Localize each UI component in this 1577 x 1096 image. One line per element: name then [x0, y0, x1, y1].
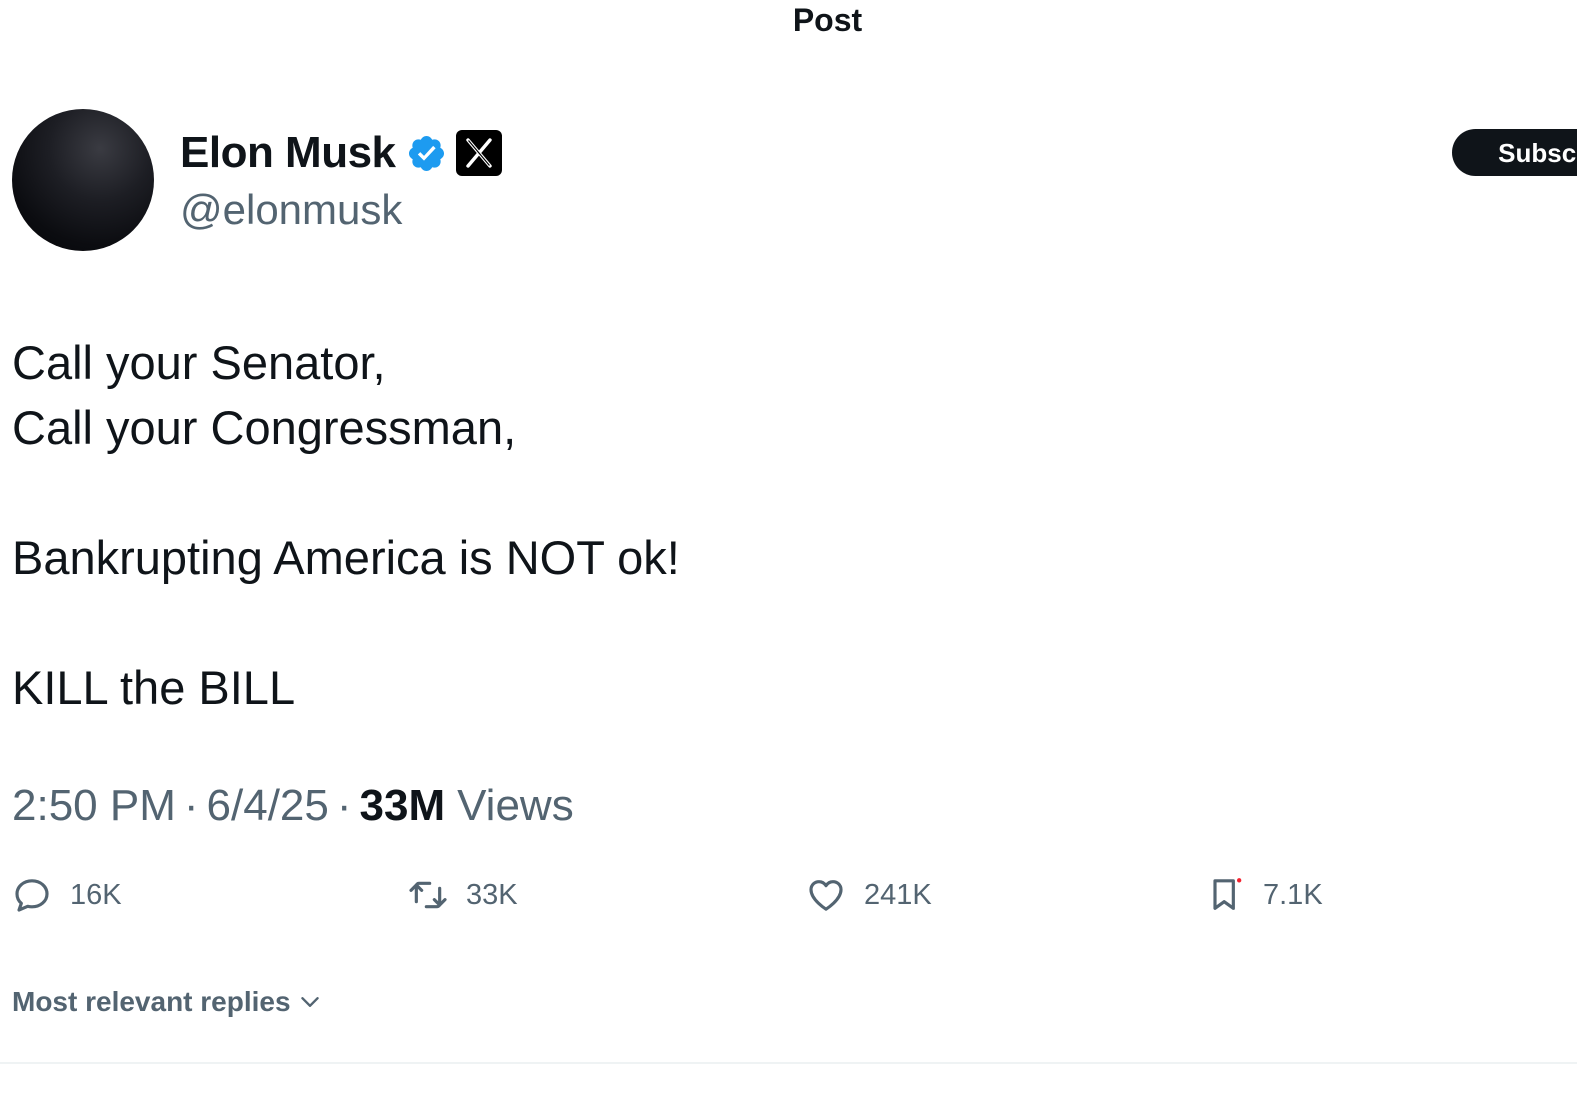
- chevron-down-icon: [300, 997, 319, 1007]
- post-text: Call your Senator, Call your Congressman…: [12, 330, 680, 720]
- reply-icon: [15, 879, 49, 912]
- reply-button[interactable]: 16K: [12, 872, 122, 918]
- author-display-name[interactable]: Elon Musk: [180, 128, 396, 178]
- post-line: Call your Senator,: [12, 336, 386, 389]
- page-title: Post: [792, 2, 863, 38]
- x-logo-icon[interactable]: [455, 129, 503, 177]
- views-count: 33M: [359, 781, 446, 830]
- post-line: Call your Congressman,: [12, 401, 517, 454]
- avatar[interactable]: [12, 109, 154, 251]
- replies-sort-dropdown[interactable]: Most relevant replies: [12, 982, 323, 1022]
- post-line: KILL the BILL: [12, 661, 296, 714]
- repost-count: 33K: [466, 878, 518, 911]
- like-count: 241K: [864, 878, 932, 911]
- author-name-row: Elon Musk: [180, 126, 503, 180]
- post-meta: 2:50 PM · 6/4/25 · 33M Views: [12, 778, 574, 834]
- views-label: Views: [457, 781, 574, 830]
- bookmark-button[interactable]: 7.1K: [1205, 872, 1323, 918]
- repost-icon: [409, 881, 447, 909]
- post-line: Bankrupting America is NOT ok!: [12, 531, 680, 584]
- bookmark-count: 7.1K: [1263, 878, 1323, 911]
- subscribe-button[interactable]: Subscribe: [1452, 129, 1577, 176]
- author-handle[interactable]: @elonmusk: [180, 186, 402, 234]
- verified-badge-icon[interactable]: [406, 133, 447, 174]
- meta-separator: ·: [336, 781, 352, 830]
- post-time[interactable]: 2:50 PM: [12, 781, 176, 830]
- post-date[interactable]: 6/4/25: [207, 781, 329, 830]
- bookmark-icon: [1213, 878, 1242, 910]
- reply-count: 16K: [70, 878, 122, 911]
- meta-separator: ·: [183, 781, 199, 830]
- heart-icon: [809, 880, 843, 911]
- replies-sort-label: Most relevant replies: [12, 986, 291, 1017]
- like-button[interactable]: 241K: [806, 872, 932, 918]
- divider: [0, 1062, 1577, 1064]
- repost-button[interactable]: 33K: [408, 872, 518, 918]
